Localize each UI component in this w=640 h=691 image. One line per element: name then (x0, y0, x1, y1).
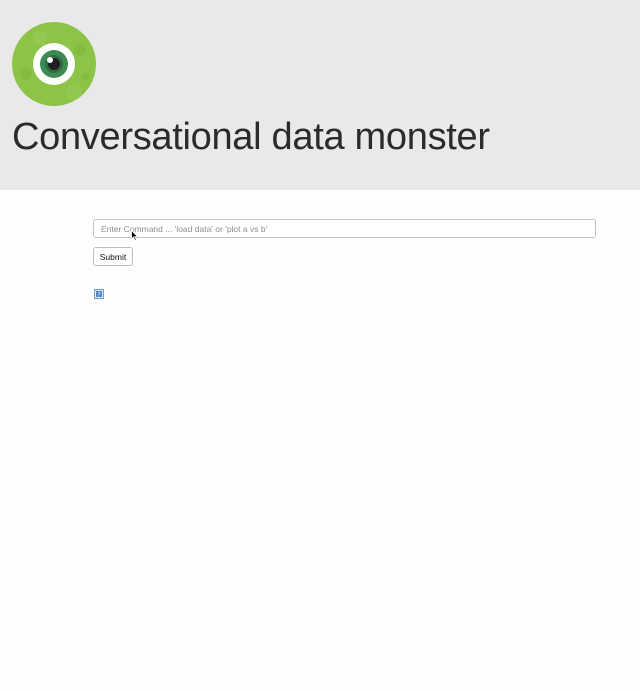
page-header: Conversational data monster (0, 0, 640, 190)
svg-text:?: ? (97, 291, 100, 298)
broken-image-icon: ? (94, 289, 104, 299)
submit-button[interactable]: Submit (93, 247, 133, 266)
page-title: Conversational data monster (12, 116, 490, 158)
monster-eye-logo-icon (12, 22, 96, 106)
command-input[interactable] (93, 219, 596, 238)
